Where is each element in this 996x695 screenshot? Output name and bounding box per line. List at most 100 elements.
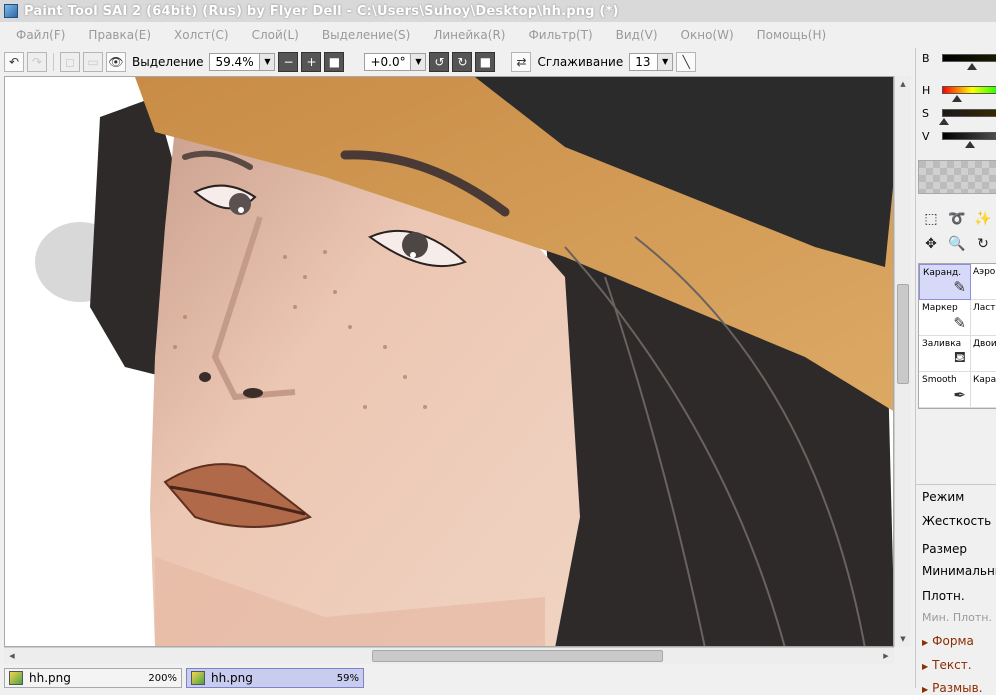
tab-zoom: 200% — [148, 672, 177, 684]
hardness-label[interactable]: Жесткость — [922, 514, 991, 528]
hue-marker[interactable] — [952, 95, 962, 102]
menu-filter[interactable]: Фильтр(T) — [528, 28, 592, 42]
brush-label: Каранд. — [923, 268, 962, 278]
rotation-select[interactable]: +0.0° ▼ — [364, 52, 427, 71]
tab-document-1[interactable]: hh.png 200% — [4, 668, 182, 688]
vertical-scroll-thumb[interactable] — [897, 284, 909, 384]
brightness-marker[interactable] — [967, 63, 977, 70]
lasso-icon[interactable]: ➰ — [944, 206, 970, 231]
menu-window[interactable]: Окно(W) — [681, 28, 734, 42]
blend-section[interactable]: Размыв. — [922, 681, 982, 695]
pencil-icon: ✎ — [953, 278, 966, 296]
nostril-left — [199, 372, 211, 382]
deselect-icon[interactable]: ◻ — [60, 51, 80, 72]
min-size-label[interactable]: Минимальный — [922, 564, 996, 578]
vertical-scrollbar[interactable]: ▲ ▼ — [894, 76, 911, 647]
menu-bar: Файл(F) Правка(E) Холст(C) Слой(L) Выдел… — [0, 22, 915, 48]
mode-label[interactable]: Режим — [922, 490, 964, 504]
brightness-label: B — [922, 52, 930, 65]
tab-document-2[interactable]: hh.png 59% — [186, 668, 364, 688]
smoothing-label: Сглаживание — [537, 54, 624, 69]
nostril-right — [243, 388, 263, 398]
window-title: Paint Tool SAI 2 (64bit) (Rus) by Flyer … — [24, 3, 619, 19]
zoom-out-icon[interactable]: − — [278, 51, 299, 72]
size-label[interactable]: Размер — [922, 542, 967, 556]
min-density-label[interactable]: Мин. Плотн. — [922, 611, 992, 624]
brightness-slider[interactable]: B — [922, 52, 996, 72]
line-tool-icon[interactable]: ╲ — [676, 51, 697, 72]
menu-selection[interactable]: Выделение(S) — [322, 28, 410, 42]
menu-file[interactable]: Файл(F) — [16, 28, 65, 42]
scroll-up-icon[interactable]: ▲ — [897, 78, 909, 90]
brush-binary[interactable]: Двои — [971, 336, 996, 372]
magic-wand-icon[interactable]: ✨ — [970, 206, 996, 231]
redo-icon[interactable]: ↷ — [27, 51, 47, 72]
chevron-down-icon: ▼ — [410, 53, 426, 70]
scroll-right-icon[interactable]: ▶ — [880, 650, 892, 662]
brush-fill[interactable]: Заливка ⛾ — [919, 336, 971, 372]
brush-eraser[interactable]: Ласт — [971, 300, 996, 336]
scroll-left-icon[interactable]: ◀ — [6, 650, 18, 662]
value-marker[interactable] — [965, 141, 975, 148]
brush-airbrush[interactable]: Аэро — [971, 264, 996, 300]
rotate-right-icon[interactable]: ↻ — [452, 51, 473, 72]
right-eye-highlight — [410, 252, 416, 258]
smoothing-value: 13 — [635, 54, 651, 69]
rotate-icon[interactable]: ↻ — [970, 231, 996, 256]
saturation-label: S — [922, 107, 929, 120]
flip-icon[interactable]: ⇄ — [511, 51, 532, 72]
density-label[interactable]: Плотн. — [922, 589, 965, 603]
canvas[interactable] — [4, 76, 894, 647]
texture-section[interactable]: Текст. — [922, 658, 971, 672]
scroll-down-icon[interactable]: ▼ — [897, 633, 909, 645]
left-eye-highlight — [238, 207, 244, 213]
hue-label: H — [922, 84, 931, 97]
brush-marker[interactable]: Маркер ✎ — [919, 300, 971, 336]
brush-pencil[interactable]: Каранд. ✎ — [919, 264, 971, 300]
invert-selection-icon[interactable]: ▭ — [83, 51, 103, 72]
move-icon[interactable]: ✥ — [918, 231, 944, 256]
hue-bar[interactable] — [942, 86, 996, 94]
marker-icon: ✎ — [953, 314, 966, 332]
value-slider[interactable]: V — [922, 130, 996, 150]
saturation-marker[interactable] — [939, 118, 949, 125]
brightness-bar[interactable] — [942, 54, 996, 62]
horizontal-scrollbar[interactable]: ◀ ▶ — [4, 647, 894, 664]
selection-label: Выделение — [132, 54, 204, 69]
smoothing-select[interactable]: 13 ▼ — [629, 52, 674, 71]
zoom-select[interactable]: 59.4% ▼ — [209, 52, 276, 71]
painting — [5, 77, 893, 646]
menu-ruler[interactable]: Линейка(R) — [433, 28, 505, 42]
value-bar[interactable] — [942, 132, 996, 140]
tab-filename: hh.png — [211, 671, 253, 685]
saturation-bar[interactable] — [942, 109, 996, 117]
color-swatches[interactable] — [918, 160, 996, 194]
saturation-slider[interactable]: S — [922, 107, 996, 127]
selection-tools: ⬚ ➰ ✨ ✥ 🔍 ↻ — [918, 206, 996, 258]
menu-view[interactable]: Вид(V) — [616, 28, 658, 42]
rotate-reset-icon[interactable]: ■ — [475, 51, 496, 72]
rotate-left-icon[interactable]: ↺ — [429, 51, 450, 72]
value-label: V — [922, 130, 930, 143]
brush-smooth[interactable]: Smooth ✒ — [919, 372, 971, 408]
brush-pencil-2[interactable]: Кара — [971, 372, 996, 408]
shape-section[interactable]: Форма — [922, 634, 974, 648]
zoom-in-icon[interactable]: + — [301, 51, 322, 72]
zoom-icon[interactable]: 🔍 — [944, 231, 970, 256]
rect-select-icon[interactable]: ⬚ — [918, 206, 944, 231]
menu-layer[interactable]: Слой(L) — [252, 28, 299, 42]
undo-icon[interactable]: ↶ — [4, 51, 24, 72]
tab-zoom: 59% — [336, 672, 359, 684]
hue-slider[interactable]: H — [922, 84, 996, 104]
menu-canvas[interactable]: Холст(C) — [174, 28, 229, 42]
brush-label: Двои — [973, 339, 996, 349]
eye-icon[interactable]: 👁 — [106, 51, 126, 72]
brush-grid: Каранд. ✎ Аэро Маркер ✎ Ласт Заливка ⛾ Д… — [918, 263, 996, 409]
horizontal-scroll-thumb[interactable] — [372, 650, 663, 662]
menu-help[interactable]: Помощь(H) — [757, 28, 827, 42]
toolbar: ↶ ↷ ◻ ▭ 👁 Выделение 59.4% ▼ − + ■ +0.0° … — [0, 48, 915, 75]
rotation-value: +0.0° — [370, 54, 406, 69]
brush-label: Ласт — [973, 303, 996, 313]
zoom-reset-icon[interactable]: ■ — [324, 51, 345, 72]
menu-edit[interactable]: Правка(E) — [88, 28, 151, 42]
